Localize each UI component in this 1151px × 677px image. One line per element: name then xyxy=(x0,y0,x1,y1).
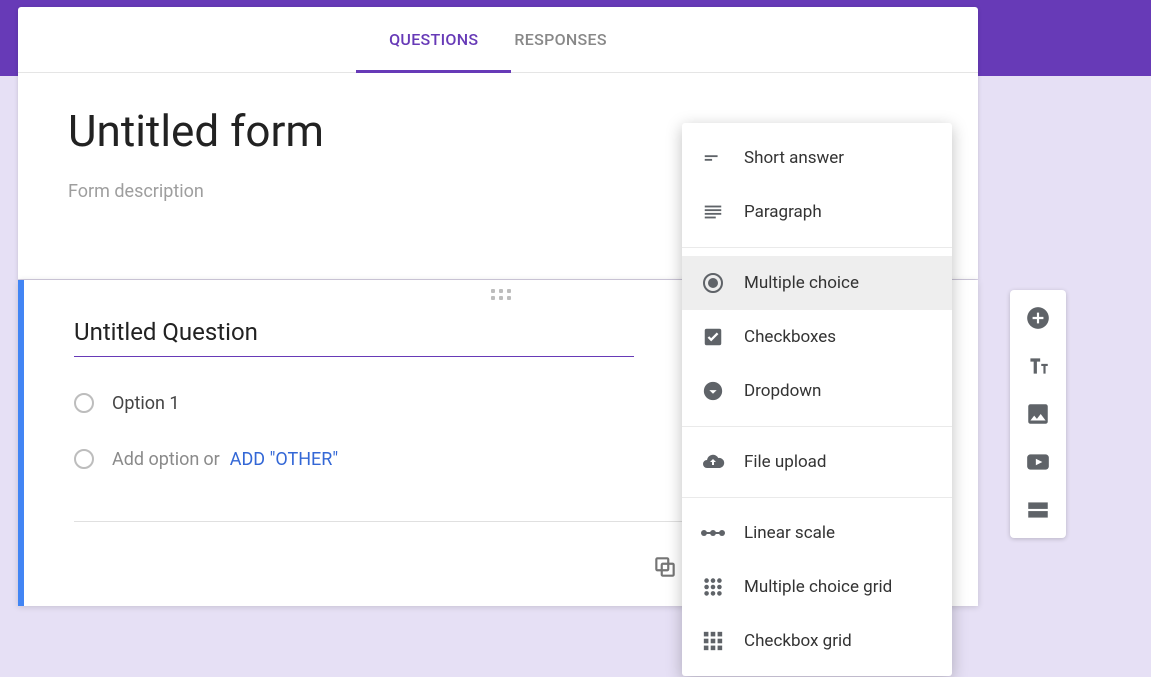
type-label: Checkbox grid xyxy=(744,631,852,651)
type-label: Multiple choice grid xyxy=(744,577,892,597)
add-question-button[interactable] xyxy=(1016,296,1060,340)
add-image-button[interactable] xyxy=(1016,392,1060,436)
type-label: Paragraph xyxy=(744,202,822,222)
type-label: Short answer xyxy=(744,148,844,168)
question-footer-actions xyxy=(652,554,678,580)
short-answer-icon xyxy=(700,145,726,171)
type-label: Dropdown xyxy=(744,381,821,401)
add-other-button[interactable]: ADD "OTHER" xyxy=(230,449,338,470)
type-label: Checkboxes xyxy=(744,327,836,347)
question-type-dropdown: Short answer Paragraph Multiple choice C… xyxy=(682,123,952,676)
option-label[interactable]: Option 1 xyxy=(112,393,180,414)
add-video-button[interactable] xyxy=(1016,440,1060,484)
dot-grid-icon xyxy=(700,574,726,600)
drag-handle-icon xyxy=(491,289,511,300)
type-multiple-choice[interactable]: Multiple choice xyxy=(682,256,952,310)
radio-checked-icon xyxy=(700,270,726,296)
type-short-answer[interactable]: Short answer xyxy=(682,131,952,185)
add-option-text[interactable]: Add option xyxy=(112,449,199,470)
radio-icon xyxy=(74,393,94,413)
dropdown-icon xyxy=(700,378,726,404)
copy-icon xyxy=(652,554,678,580)
type-label: Multiple choice xyxy=(744,273,859,293)
type-label: File upload xyxy=(744,452,826,472)
type-file-upload[interactable]: File upload xyxy=(682,435,952,489)
image-icon xyxy=(1025,401,1051,427)
tab-questions[interactable]: QUESTIONS xyxy=(371,6,496,72)
type-checkbox-grid[interactable]: Checkbox grid xyxy=(682,614,952,668)
section-icon xyxy=(1025,497,1051,523)
paragraph-icon xyxy=(700,199,726,225)
add-title-button[interactable] xyxy=(1016,344,1060,388)
type-checkboxes[interactable]: Checkboxes xyxy=(682,310,952,364)
type-label: Linear scale xyxy=(744,523,835,543)
text-icon xyxy=(1025,353,1051,379)
type-multiple-choice-grid[interactable]: Multiple choice grid xyxy=(682,560,952,614)
tabs-row: QUESTIONS RESPONSES xyxy=(18,7,978,73)
or-text: or xyxy=(203,449,219,470)
type-linear-scale[interactable]: Linear scale xyxy=(682,506,952,560)
duplicate-button[interactable] xyxy=(652,554,678,580)
add-section-button[interactable] xyxy=(1016,488,1060,532)
tab-responses[interactable]: RESPONSES xyxy=(496,6,625,72)
linear-scale-icon xyxy=(700,520,726,546)
plus-circle-icon xyxy=(1025,305,1051,331)
type-dropdown[interactable]: Dropdown xyxy=(682,364,952,418)
type-paragraph[interactable]: Paragraph xyxy=(682,185,952,239)
question-title-input[interactable]: Untitled Question xyxy=(74,318,634,357)
radio-icon xyxy=(74,449,94,469)
video-icon xyxy=(1025,449,1051,475)
checkbox-icon xyxy=(700,324,726,350)
cloud-upload-icon xyxy=(700,449,726,475)
side-toolbar xyxy=(1010,290,1066,538)
square-grid-icon xyxy=(700,628,726,654)
